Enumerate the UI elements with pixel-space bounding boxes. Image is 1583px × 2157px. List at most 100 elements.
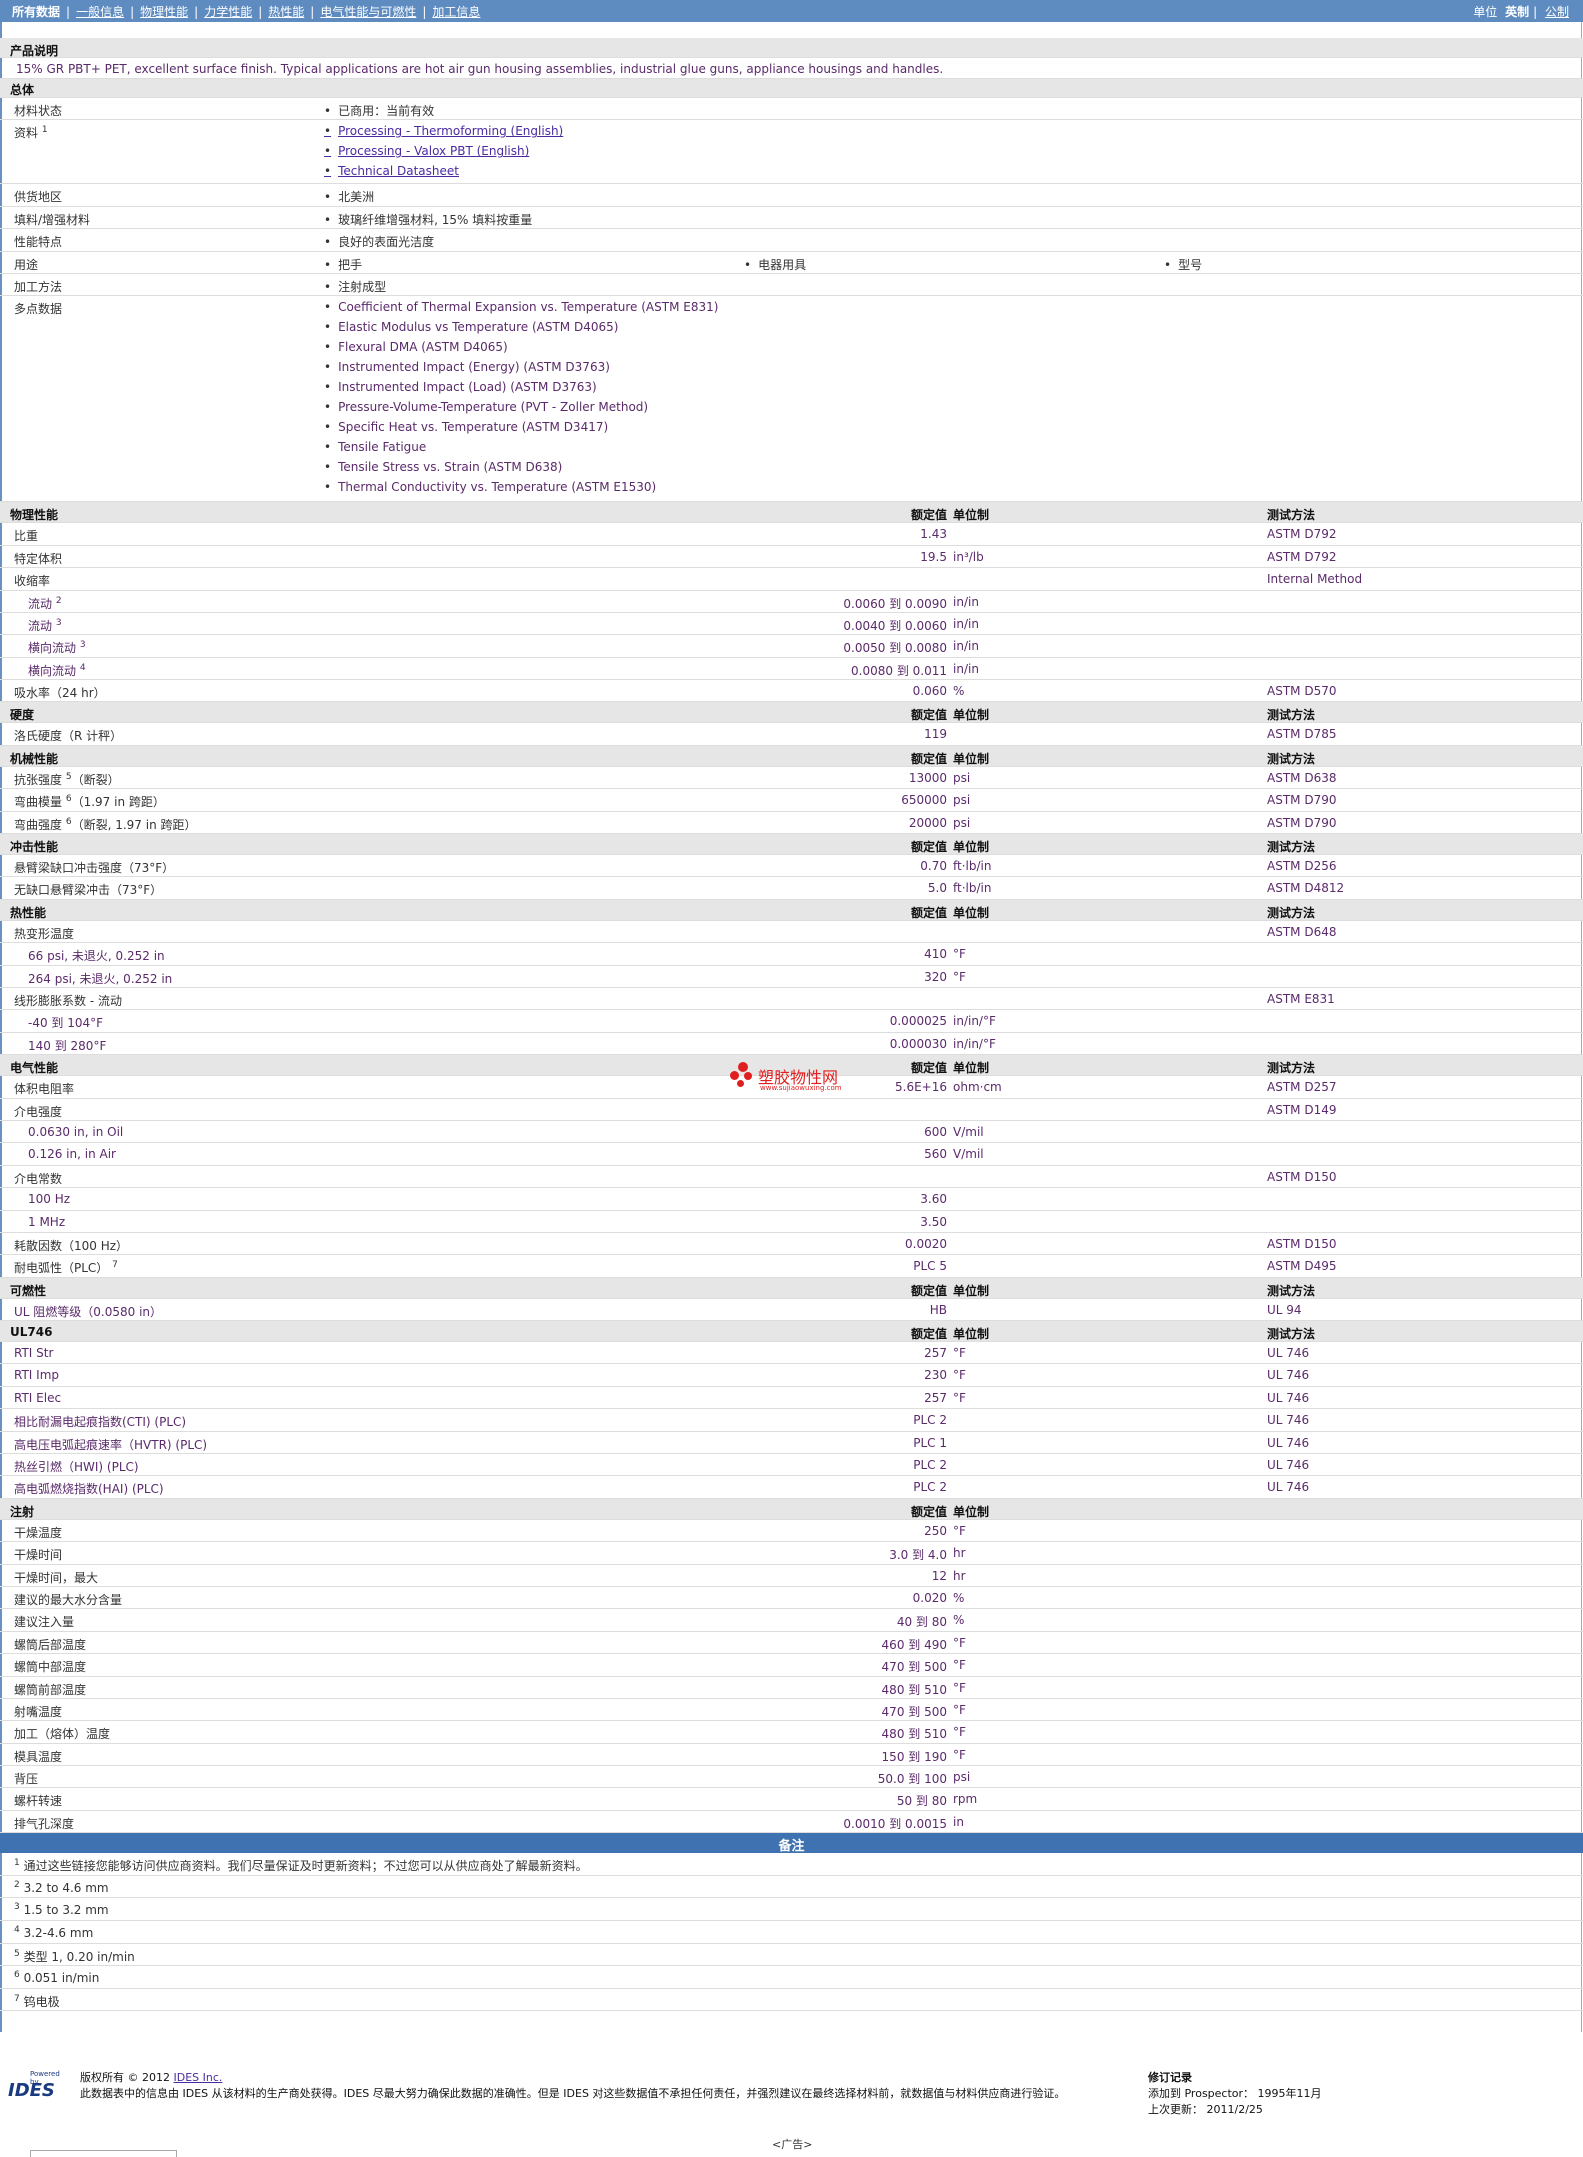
note-item: 7 钨电极 <box>0 1989 1583 2012</box>
nominal-value: 5.6E+16 <box>895 1080 947 1095</box>
unit-value: °F <box>953 1702 966 1717</box>
nav-thermal[interactable]: 热性能 <box>268 5 304 19</box>
nav-processing[interactable]: 加工信息 <box>432 5 480 19</box>
test-method: ASTM D785 <box>1267 727 1337 742</box>
thermal-row: 线形膨胀系数 - 流动 ASTM E831 <box>0 988 1583 1011</box>
nav-physical[interactable]: 物理性能 <box>140 5 188 19</box>
row-label-text: 1 MHz <box>28 1214 66 1229</box>
nominal-value: 230 <box>924 1368 947 1383</box>
multipoint-link[interactable]: Instrumented Impact (Load) (ASTM D3763) <box>324 380 718 400</box>
row-label-suffix: （断裂, 1.97 in 跨距） <box>71 817 197 832</box>
multipoint-link[interactable]: Tensile Stress vs. Strain (ASTM D638) <box>324 460 718 480</box>
test-method: UL 746 <box>1267 1480 1310 1495</box>
unit-value: V/mil <box>953 1124 984 1139</box>
impact-row: 悬臂梁缺口冲击强度（73°F） 0.70 ft·lb/in ASTM D256 <box>0 855 1583 878</box>
multipoint-link[interactable]: Specific Heat vs. Temperature (ASTM D341… <box>324 420 718 440</box>
test-method: ASTM D648 <box>1267 924 1337 939</box>
test-method: ASTM D790 <box>1267 793 1337 808</box>
notes-header: 备注 <box>0 1833 1583 1854</box>
document-link[interactable]: Processing - Thermoforming (English) <box>324 124 563 144</box>
nominal-value: 250 <box>924 1523 947 1538</box>
header-nominal: 额定值 <box>910 1283 947 1298</box>
row-label: 建议注入量 <box>14 1613 74 1630</box>
section-header-mechanical: 机械性能 额定值 单位制 测试方法 <box>0 745 1583 767</box>
nominal-value: PLC 2 <box>913 1480 947 1495</box>
header-unit: 单位制 <box>953 1061 990 1076</box>
unit-value: V/mil <box>953 1147 984 1162</box>
document-link[interactable]: Technical Datasheet <box>324 164 563 184</box>
row-label-text: 流动 <box>28 618 53 633</box>
physical-row: 横向流动 3 0.0050 到 0.0080 in/in <box>0 635 1583 658</box>
row-label-text: 横向流动 <box>28 641 77 656</box>
units-metric-link[interactable]: 公制 <box>1545 5 1569 19</box>
multipoint-link[interactable]: Coefficient of Thermal Expansion vs. Tem… <box>324 300 718 320</box>
section-title: 总体 <box>10 83 35 97</box>
row-label: 填料/增强材料 <box>14 212 91 227</box>
row-label-text: 背压 <box>14 1772 39 1787</box>
section-title: 冲击性能 <box>10 840 59 855</box>
nominal-value: 257 <box>924 1346 947 1361</box>
nominal-value: 20000 <box>908 815 947 830</box>
multipoint-link[interactable]: Thermal Conductivity vs. Temperature (AS… <box>324 480 718 500</box>
test-method: UL 746 <box>1267 1390 1310 1405</box>
multipoint-list: Coefficient of Thermal Expansion vs. Tem… <box>324 300 718 500</box>
note-content: 4 3.2-4.6 mm <box>14 1925 93 1940</box>
nominal-value: 0.70 <box>920 859 947 874</box>
nav-mechanical[interactable]: 力学性能 <box>204 5 252 19</box>
thermal-row: 66 psi, 未退火, 0.252 in 410 °F <box>0 943 1583 966</box>
material-status-row: 材料状态 已商用：当前有效 <box>0 98 1583 121</box>
row-label-text: 加工（熔体）温度 <box>14 1727 111 1742</box>
multipoint-link[interactable]: Pressure-Volume-Temperature (PVT - Zolle… <box>324 400 718 420</box>
nominal-value: PLC 1 <box>913 1435 947 1450</box>
test-method: ASTM D792 <box>1267 527 1337 542</box>
use-item: 型号 <box>1164 256 1202 273</box>
unit-value: °F <box>953 1658 966 1673</box>
document-link[interactable]: Processing - Valox PBT (English) <box>324 144 563 164</box>
unit-value: in/in/°F <box>953 1014 996 1029</box>
physical-row: 横向流动 4 0.0080 到 0.011 in/in <box>0 658 1583 681</box>
nominal-value: 560 <box>924 1147 947 1162</box>
header-unit: 单位制 <box>953 905 990 920</box>
section-header-hardness: 硬度 额定值 单位制 测试方法 <box>0 702 1583 724</box>
row-label: RTI Elec <box>14 1391 61 1405</box>
row-label: 材料状态 <box>14 104 63 118</box>
units-english[interactable]: 英制 <box>1505 5 1529 19</box>
test-method: Internal Method <box>1267 572 1363 587</box>
ides-link[interactable]: IDES Inc. <box>173 2071 222 2084</box>
watermark-url: www.sujiaowuxing.com <box>760 1084 842 1092</box>
unit-value: ft·lb/in <box>953 881 992 896</box>
multipoint-link[interactable]: Instrumented Impact (Energy) (ASTM D3763… <box>324 360 718 380</box>
multipoint-link[interactable]: Elastic Modulus vs Temperature (ASTM D40… <box>324 320 718 340</box>
electrical-row: 0.0630 in, in Oil 600 V/mil <box>0 1121 1583 1144</box>
nominal-value: 0.020 <box>912 1590 947 1605</box>
row-label: 干燥时间 <box>14 1546 62 1563</box>
nominal-value: 0.0040 到 0.0060 <box>843 618 947 633</box>
header-method: 测试方法 <box>1267 840 1316 855</box>
header-unit: 单位制 <box>953 508 990 523</box>
revision-added: 添加到 Prospector： 1995年11月 <box>1148 2087 1322 2100</box>
nav-electrical[interactable]: 电气性能与可燃性 <box>320 5 416 19</box>
multipoint-link[interactable]: Tensile Fatigue <box>324 440 718 460</box>
row-label: 加工（熔体）温度 <box>14 1725 110 1742</box>
header-method: 测试方法 <box>1267 1283 1316 1298</box>
nominal-value: 3.50 <box>920 1214 947 1229</box>
copyright-block: 版权所有 © 2012 IDES Inc. 此数据表中的信息由 IDES 从该材… <box>80 2070 1065 2102</box>
nav-all-data[interactable]: 所有数据 <box>12 5 60 19</box>
test-method: ASTM D570 <box>1267 684 1337 699</box>
row-label-text: 特定体积 <box>14 551 63 566</box>
multipoint-link[interactable]: Flexural DMA (ASTM D4065) <box>324 340 718 360</box>
unit-value: °F <box>953 1368 966 1383</box>
row-label: 多点数据 <box>14 302 63 317</box>
note-text: 类型 1, 0.20 in/min <box>23 1949 135 1964</box>
note-number: 7 <box>14 1993 20 2004</box>
header-nominal: 额定值 <box>910 1327 947 1342</box>
ul746-row: RTI Str 257 °F UL 746 <box>0 1342 1583 1365</box>
features-value: 良好的表面光洁度 <box>324 233 434 250</box>
section-title: 电气性能 <box>10 1061 59 1076</box>
note-item: 3 1.5 to 3.2 mm <box>0 1898 1583 1922</box>
row-label-text: 干燥时间，最大 <box>14 1570 99 1585</box>
property-sections: 物理性能 额定值 单位制 测试方法 比重 1.43 ASTM D792 特定体积 19.5 in³… <box>0 502 1583 1834</box>
row-label-suffix: （断裂） <box>71 772 120 787</box>
unit-value: in³/lb <box>953 549 984 564</box>
nav-general-info[interactable]: 一般信息 <box>76 5 124 19</box>
